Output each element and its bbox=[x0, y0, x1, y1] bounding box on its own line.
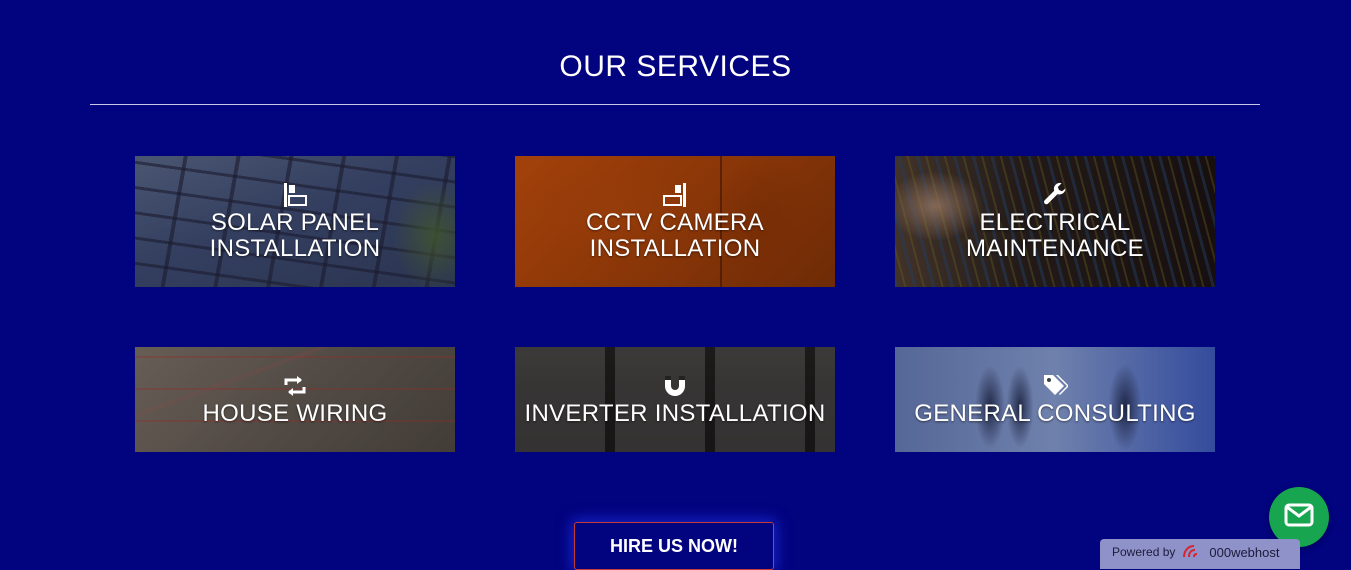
contact-mail-button[interactable] bbox=[1269, 487, 1329, 547]
service-card-general-consulting[interactable]: GENERAL CONSULTING bbox=[895, 347, 1215, 452]
service-label: INVERTER INSTALLATION bbox=[524, 399, 826, 427]
mail-icon bbox=[1284, 503, 1314, 532]
service-label: SOLAR PANEL bbox=[210, 208, 380, 236]
webhost-brand: 000webhost bbox=[1209, 544, 1280, 560]
title-divider bbox=[90, 104, 1260, 105]
service-label: INSTALLATION bbox=[209, 234, 381, 262]
solar-panel-icon bbox=[282, 182, 308, 208]
service-label: HOUSE WIRING bbox=[202, 399, 388, 427]
service-card-electrical-maintenance[interactable]: ELECTRICAL MAINTENANCE bbox=[895, 156, 1215, 287]
service-label: CCTV CAMERA bbox=[586, 208, 764, 236]
tags-icon bbox=[1042, 373, 1068, 399]
service-label: MAINTENANCE bbox=[966, 234, 1144, 262]
service-card-inverter-installation[interactable]: INVERTER INSTALLATION bbox=[515, 347, 835, 452]
wrench-icon bbox=[1042, 182, 1068, 208]
service-label: GENERAL CONSULTING bbox=[914, 399, 1196, 427]
service-label: INSTALLATION bbox=[589, 234, 761, 262]
service-card-house-wiring[interactable]: HOUSE WIRING bbox=[135, 347, 455, 452]
swap-arrows-icon bbox=[282, 373, 308, 399]
webhost-logo-icon bbox=[1181, 543, 1203, 562]
cctv-camera-icon bbox=[662, 182, 688, 208]
section-title: OUR SERVICES bbox=[559, 50, 792, 83]
service-card-cctv-camera[interactable]: CCTV CAMERA INSTALLATION bbox=[515, 156, 835, 287]
hire-us-button[interactable]: HIRE US NOW! bbox=[574, 522, 774, 570]
service-label: ELECTRICAL bbox=[979, 208, 1131, 236]
magnet-icon bbox=[662, 373, 688, 399]
service-card-solar-panel[interactable]: SOLAR PANEL INSTALLATION bbox=[135, 156, 455, 287]
powered-by-text: Powered by bbox=[1112, 545, 1176, 559]
